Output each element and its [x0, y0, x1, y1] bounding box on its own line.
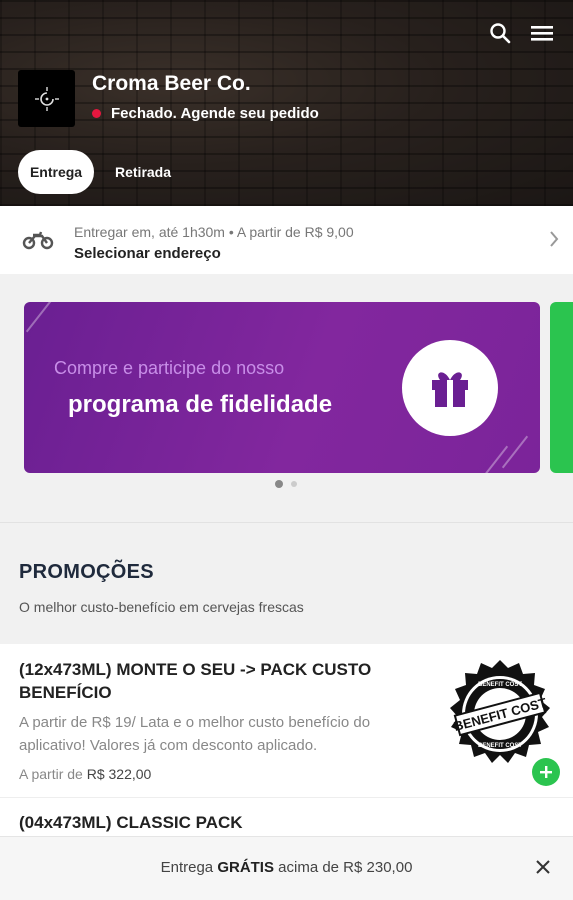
- store-name: Croma Beer Co.: [92, 72, 251, 95]
- seal-ring-text-bottom: BENEFIT COST: [478, 743, 522, 749]
- divider: [0, 522, 573, 523]
- store-logo: [18, 70, 75, 127]
- delivery-address-selector[interactable]: Entregar em, até 1h30m • A partir de R$ …: [0, 206, 573, 274]
- motorcycle-icon: [22, 228, 54, 255]
- product-price: A partir de R$ 322,00: [19, 766, 151, 782]
- free-delivery-text-after: acima de R$ 230,00: [273, 859, 413, 876]
- close-icon[interactable]: [535, 859, 551, 880]
- product-card[interactable]: (04x473ML) CLASSIC PACK: [0, 799, 573, 839]
- store-header: Croma Beer Co. Fechado. Agende seu pedid…: [0, 0, 573, 206]
- product-card[interactable]: (12x473ML) MONTE O SEU -> PACK CUSTO BEN…: [0, 644, 573, 798]
- banner-stripe-decoration: [481, 445, 509, 473]
- promo-area: Compre e participe do nosso programa de …: [0, 274, 573, 644]
- price-prefix: A partir de: [19, 766, 83, 782]
- product-title: (04x473ML) CLASSIC PACK: [19, 813, 243, 832]
- menu-icon[interactable]: [529, 20, 555, 46]
- order-mode-tabs: Entrega Retirada: [18, 150, 184, 194]
- add-to-cart-button[interactable]: [532, 758, 560, 786]
- benefit-cost-seal-image: BENEFIT COST BENEFIT COST BENEFIT COST: [444, 658, 556, 770]
- tab-entrega[interactable]: Entrega: [18, 150, 94, 194]
- banner-stripe-decoration: [501, 435, 529, 469]
- free-delivery-banner: Entrega GRÁTIS acima de R$ 230,00: [0, 836, 573, 900]
- free-delivery-text-before: Entrega: [160, 859, 218, 876]
- plus-icon: [540, 766, 552, 778]
- product-title: (12x473ML) MONTE O SEU -> PACK CUSTO BEN…: [19, 660, 372, 702]
- next-banner-peek[interactable]: [550, 302, 573, 473]
- free-delivery-text: Entrega GRÁTIS acima de R$ 230,00: [0, 859, 573, 876]
- seal-ring-text-top: BENEFIT COST: [478, 682, 522, 688]
- product-description: A partir de R$ 19/ Lata e o melhor custo…: [19, 714, 371, 754]
- section-title: PROMOÇÕES: [19, 561, 154, 583]
- tab-retirada[interactable]: Retirada: [102, 150, 184, 194]
- carousel-dot: [291, 481, 297, 487]
- loyalty-banner[interactable]: Compre e participe do nosso programa de …: [24, 302, 540, 473]
- gift-icon: [402, 340, 498, 436]
- banner-line1: Compre e participe do nosso: [54, 358, 285, 378]
- banner-line2: programa de fidelidade: [68, 391, 333, 418]
- select-address-label: Selecionar endereço: [74, 245, 221, 262]
- status-dot-icon: [92, 109, 101, 118]
- delivery-info: Entregar em, até 1h30m • A partir de R$ …: [74, 224, 354, 240]
- chevron-right-icon: [549, 230, 559, 253]
- section-subtitle: O melhor custo-benefício em cervejas fre…: [19, 599, 304, 615]
- carousel-indicator: [275, 480, 297, 488]
- store-status: Fechado. Agende seu pedido: [92, 105, 319, 122]
- banner-stripe-decoration: [25, 302, 53, 333]
- carousel-dot-active: [275, 480, 283, 488]
- free-delivery-text-bold: GRÁTIS: [217, 859, 274, 876]
- search-icon[interactable]: [487, 20, 513, 46]
- store-status-text: Fechado. Agende seu pedido: [111, 105, 319, 122]
- price-value: R$ 322,00: [86, 766, 152, 782]
- header-actions: [487, 20, 555, 46]
